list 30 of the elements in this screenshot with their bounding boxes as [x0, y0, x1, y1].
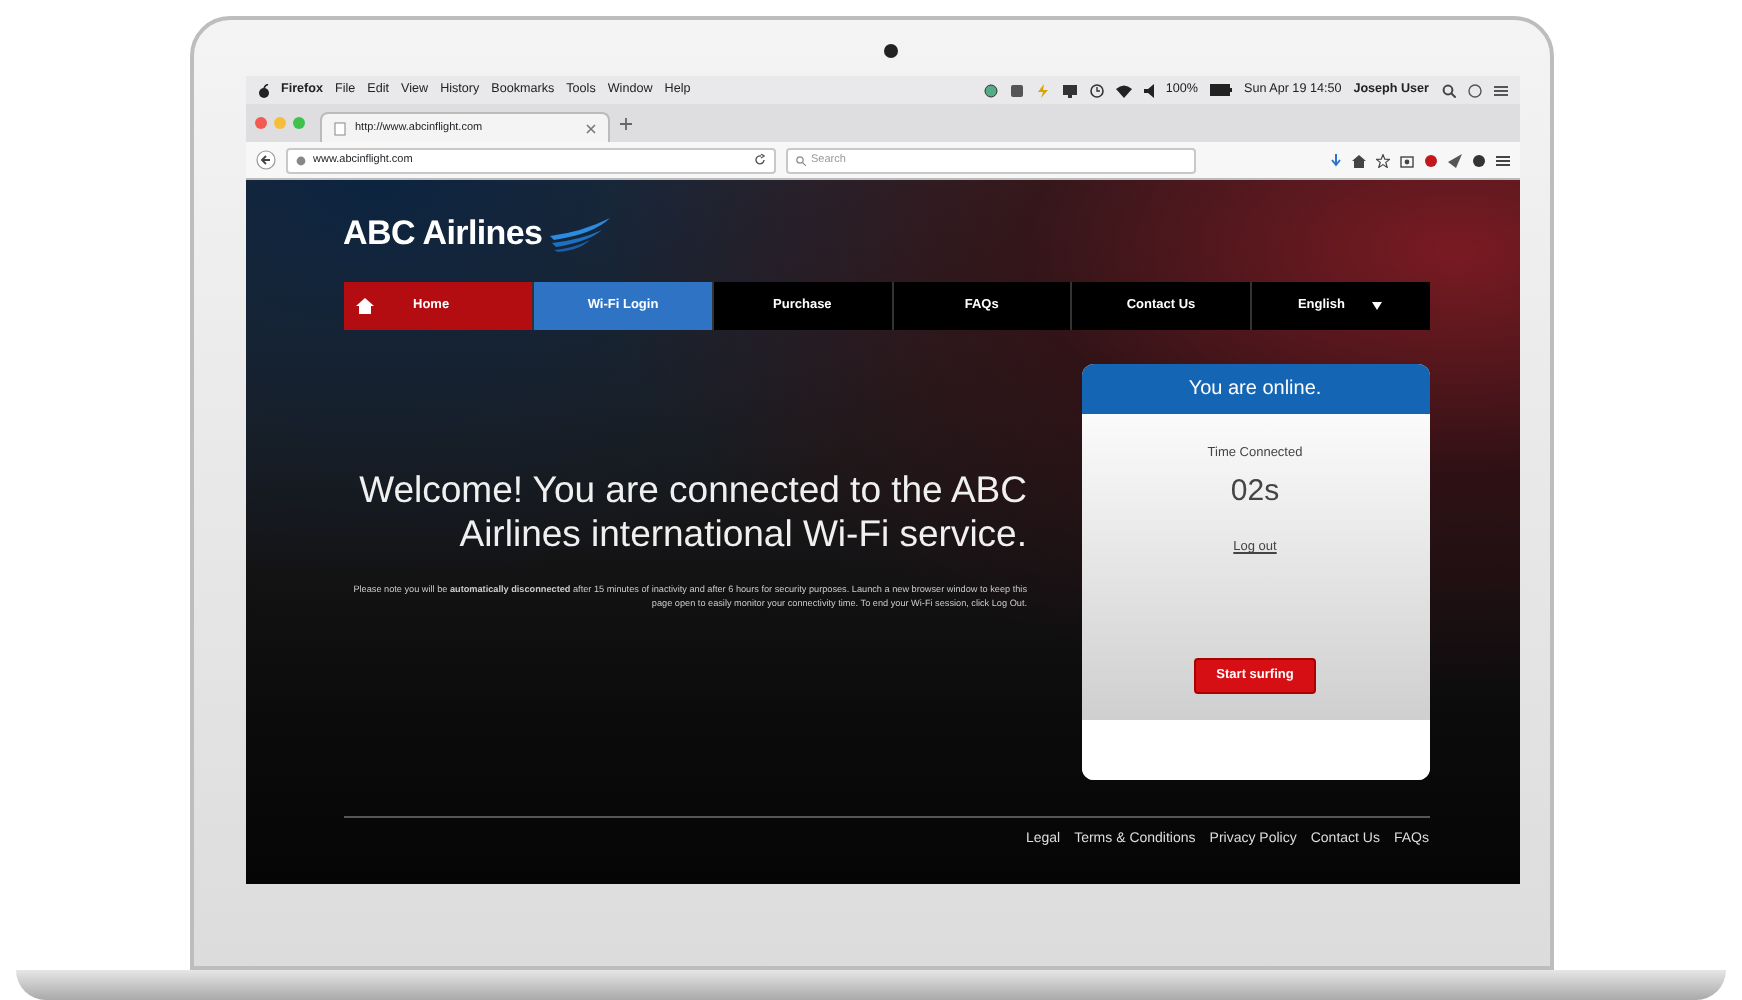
time-value: 02s [1230, 471, 1280, 512]
info-icon [295, 155, 305, 165]
caret-icon [1372, 302, 1383, 310]
home-icon [355, 298, 373, 314]
send-icon[interactable] [1447, 153, 1461, 167]
search-icon[interactable] [1441, 83, 1455, 97]
menu-icon[interactable] [1493, 83, 1507, 97]
camera-icon [883, 44, 897, 58]
app-icon[interactable] [1009, 83, 1024, 97]
home-icon[interactable] [1351, 153, 1365, 167]
wifi-icon[interactable] [1115, 83, 1132, 97]
clock-icon[interactable] [1089, 83, 1104, 97]
apple-icon[interactable] [257, 83, 269, 97]
camera-icon[interactable] [1399, 153, 1413, 167]
plus-icon[interactable] [619, 117, 631, 129]
back-arrow-icon[interactable] [255, 150, 275, 170]
record-icon[interactable] [1423, 153, 1437, 167]
display-icon[interactable] [1061, 83, 1078, 97]
download-icon[interactable] [1329, 153, 1341, 167]
close-icon[interactable] [585, 123, 595, 133]
welcome-heading: Welcome! You are connected to the ABC Airlines international Wi-Fi service. [357, 468, 1027, 557]
star-icon[interactable] [1375, 153, 1389, 167]
menu-icon[interactable] [1495, 153, 1509, 167]
reload-icon[interactable] [753, 154, 765, 166]
battery-icon[interactable] [1210, 84, 1233, 96]
search-icon [795, 155, 805, 165]
airline-logo[interactable]: ABC Airlines [343, 208, 543, 260]
card-header: You are online. [1081, 364, 1429, 414]
page-icon [333, 121, 345, 135]
speaker-icon[interactable] [1143, 83, 1154, 97]
